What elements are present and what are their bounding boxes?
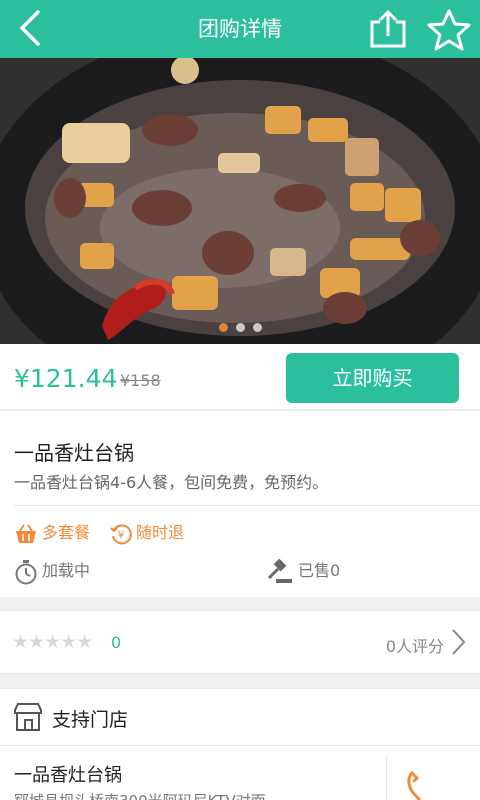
store-icon <box>14 703 42 731</box>
top-bar: 团购详情 <box>0 0 480 58</box>
deal-name: 一品香灶台锅 <box>14 441 134 465</box>
countdown: 加载中 <box>14 558 90 584</box>
countdown-label: 加载中 <box>42 561 91 580</box>
divider <box>386 757 387 800</box>
svg-text:¥: ¥ <box>118 528 125 541</box>
original-price: ¥158 <box>120 371 161 390</box>
star-icon[interactable] <box>426 8 472 52</box>
tag-label: 随时退 <box>136 523 185 542</box>
rating-stars: ★★★★★ <box>12 631 93 653</box>
store-name[interactable]: 一品香灶台锅 <box>14 761 122 787</box>
pager-dot[interactable] <box>235 323 245 332</box>
store-address: 郓城县坝头桥南300米阿玛尼KTV对面 <box>14 790 266 800</box>
refund-icon: ¥ <box>110 523 132 544</box>
rating-score: 0 <box>111 633 122 652</box>
phone-icon[interactable] <box>404 770 434 800</box>
rating-count: 0人评分 <box>385 637 444 656</box>
gallery-pager[interactable] <box>0 317 480 336</box>
sold-label: 已售0 <box>298 561 341 580</box>
buy-now-button[interactable]: 立即购买 <box>286 353 459 403</box>
pager-dot[interactable] <box>218 323 228 332</box>
sold-count: 已售0 <box>266 558 340 584</box>
stopwatch-icon <box>15 559 37 584</box>
tag-label: 多套餐 <box>42 523 91 542</box>
deal-price: ¥121.44 <box>14 364 118 393</box>
pager-dot[interactable] <box>252 323 262 332</box>
deal-photo[interactable] <box>0 58 480 344</box>
price-row: ¥121.44 ¥158 立即购买 <box>0 344 480 410</box>
rating-row[interactable]: ★★★★★ 0 0人评分 <box>0 610 480 674</box>
tag-multi-package: 多套餐 <box>14 521 90 545</box>
gavel-icon <box>267 558 292 583</box>
deal-description: 一品香灶台锅4-6人餐，包间免费，免预约。 <box>14 473 329 492</box>
share-icon[interactable] <box>366 8 410 50</box>
divider <box>14 505 480 506</box>
chevron-right-icon[interactable] <box>450 627 466 657</box>
divider <box>0 745 480 746</box>
stores-title: 支持门店 <box>52 709 129 731</box>
tag-refund: ¥ 随时退 <box>110 521 184 545</box>
deal-info: 一品香灶台锅 一品香灶台锅4-6人餐，包间免费，免预约。 多套餐 ¥ 随时退 加… <box>0 411 480 597</box>
basket-icon <box>16 523 36 543</box>
hotpot-photo <box>0 58 480 344</box>
